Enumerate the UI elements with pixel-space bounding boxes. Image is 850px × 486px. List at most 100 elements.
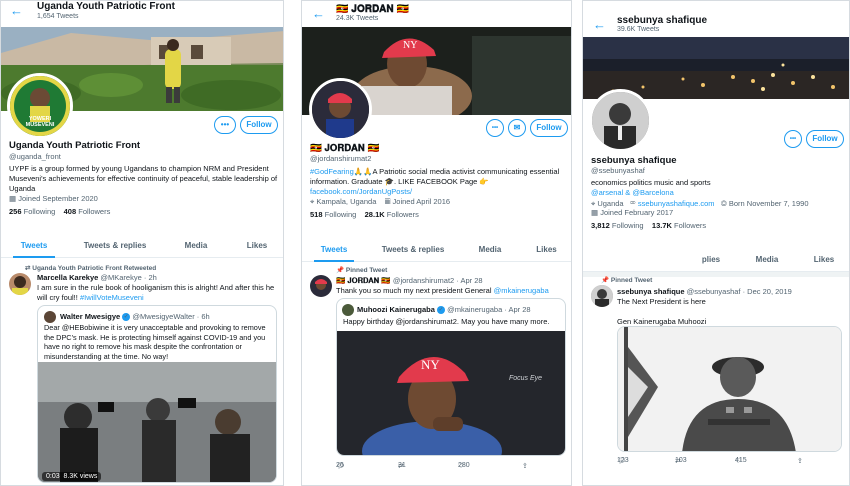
svg-text:NY: NY	[403, 40, 417, 51]
tweet-text: The Next President is here Gen Kaineruga…	[617, 297, 842, 327]
more-options-button[interactable]: •••	[486, 119, 504, 137]
bio-links[interactable]: @arsenal & @Barcelona	[591, 188, 846, 198]
verified-badge-icon: ✓	[437, 306, 446, 315]
retweet-note-text: Uganda Youth Patriotic Front Retweeted	[32, 265, 157, 272]
born-text: Born November 7, 1990	[728, 199, 809, 208]
tab-tweets-replies[interactable]: Tweets & replies	[366, 238, 460, 262]
follow-button[interactable]: Follow	[530, 119, 568, 137]
tweet-avatar-image	[591, 285, 613, 307]
followers-label[interactable]: Followers	[78, 207, 110, 216]
tab-tweets-replies[interactable]: plies	[691, 248, 731, 272]
followers-count[interactable]: 28.1K	[365, 210, 385, 219]
quoted-tweet[interactable]: Walter Mwesigye ✓ @MwesigyeWalter · 6h D…	[37, 305, 277, 483]
following-count[interactable]: 256	[9, 207, 22, 216]
following-label[interactable]: Following	[612, 221, 644, 230]
tab-media[interactable]: Media	[163, 234, 229, 258]
tab-media[interactable]: Media	[460, 238, 520, 262]
mail-icon: ✉	[513, 123, 521, 132]
tweet-hashtag[interactable]: #IwillVoteMuseveni	[80, 293, 144, 302]
video-duration: 0:03 8.3K views	[42, 472, 102, 481]
quoted-tweet[interactable]: Muhoozi Kainerugaba ✓ @mkainerugaba · Ap…	[336, 298, 566, 456]
bio-hashtag[interactable]: #GodFearing🙏🙏	[310, 167, 372, 176]
tab-tweets[interactable]: Tweets	[302, 238, 366, 262]
profile-avatar[interactable]	[589, 89, 652, 152]
profile-avatar[interactable]: YOWERI MUSEVENI	[7, 73, 73, 139]
pin-icon: 📌	[601, 277, 610, 284]
tweet-time: · 2h	[143, 273, 157, 282]
profile-tabs: Tweets Tweets & replies Media Likes	[302, 238, 571, 262]
avatar-image	[592, 92, 649, 149]
website-link[interactable]: ssebunyashafique.com	[638, 199, 715, 208]
profile-header-bar: ← 🇺🇬 𝐉𝐎𝐑𝐃𝐀𝐍 🇺🇬 24.3K Tweets	[302, 1, 571, 27]
follow-button[interactable]: Follow	[806, 130, 844, 148]
like-count: 415	[735, 457, 747, 464]
tweet-author-name[interactable]: 🇺🇬 𝐉𝐎𝐑𝐃𝐀𝐍 🇺🇬	[336, 276, 391, 285]
quote-avatar	[44, 311, 56, 323]
tweet-avatar[interactable]	[591, 285, 613, 307]
share-icon: ⇪	[522, 463, 528, 470]
tweet-photo[interactable]	[617, 326, 842, 452]
quote-author-name: Walter Mwesigye	[60, 312, 121, 321]
following-label[interactable]: Following	[24, 207, 56, 216]
quote-video[interactable]: 0:03 8.3K views	[38, 362, 276, 482]
following-count[interactable]: 3,812	[591, 221, 610, 230]
tweet-mention[interactable]: @mkainerugaba	[494, 286, 549, 295]
tab-likes[interactable]: Likes	[229, 234, 283, 258]
tab-tweets[interactable]: Tweets	[1, 234, 67, 258]
followers-count[interactable]: 13.7K	[652, 221, 672, 230]
video-views-text: 8.3K views	[63, 473, 98, 480]
followers-count[interactable]: 408	[64, 207, 77, 216]
following-count[interactable]: 518	[310, 210, 323, 219]
tab-likes[interactable]: Likes	[797, 248, 849, 272]
joined-date: ▦ Joined September 2020	[9, 194, 98, 203]
profile-header-bar: ← Uganda Youth Patriotic Front 1,654 Twe…	[1, 1, 283, 27]
follow-button[interactable]: Follow	[240, 116, 278, 134]
tweet-header: ssebunya shafique @ssebunyashaf · Dec 20…	[617, 287, 792, 296]
tweet-author-name[interactable]: ssebunya shafique	[617, 287, 685, 296]
tweet-author-handle[interactable]: @jordanshirumat2 · Apr 28	[393, 276, 483, 285]
tweet-avatar[interactable]	[9, 273, 31, 295]
following-label[interactable]: Following	[325, 210, 357, 219]
tab-likes[interactable]: Likes	[520, 238, 571, 262]
tweet-body: I am sure in the rule book of hooliganis…	[37, 283, 275, 302]
tab-media[interactable]: Media	[741, 248, 793, 272]
quote-photo[interactable]: NY Focus Eye	[337, 331, 565, 455]
message-button[interactable]: ✉	[508, 119, 526, 137]
tweet-avatar[interactable]	[310, 275, 332, 297]
more-options-button[interactable]: •••	[214, 116, 236, 134]
tweet-header: Marcella Karekye @MKarekye · 2h	[37, 273, 157, 282]
tweet-line-1: The Next President is here	[617, 297, 706, 306]
back-arrow-icon[interactable]: ←	[312, 6, 325, 21]
tweet-body: Thank you so much my next president Gene…	[336, 286, 492, 295]
retweet-icon: ⇄	[25, 265, 31, 272]
tweet-author-handle[interactable]: @MKarekye	[100, 273, 141, 282]
header-tweet-count: 39.6K Tweets	[617, 26, 660, 33]
tweet-author-handle[interactable]: @ssebunyashaf · Dec 20, 2019	[687, 287, 792, 296]
reply-count: 123	[617, 457, 629, 464]
retweet-count: 103	[675, 457, 687, 464]
video-frame-image	[38, 362, 276, 482]
reply-count: 26	[336, 462, 344, 469]
more-options-button[interactable]: •••	[784, 130, 802, 148]
follow-stats: 3,812 Following 13.7K Followers	[591, 221, 706, 230]
tab-tweets-replies[interactable]: Tweets & replies	[67, 234, 163, 258]
share-icon: ⇪	[797, 458, 803, 465]
followers-label[interactable]: Followers	[674, 221, 706, 230]
tweet-text: Thank you so much my next president Gene…	[336, 286, 566, 296]
profile-tabs: plies Media Likes	[583, 248, 849, 272]
profile-header-bar: ← ssebunya shafique 39.6K Tweets	[583, 1, 849, 37]
quote-header: Walter Mwesigye ✓ @MwesigyeWalter · 6h	[60, 312, 210, 322]
quote-author-handle: @MwesigyeWalter · 6h	[132, 312, 210, 321]
location-text: Uganda	[597, 199, 624, 208]
header-tweet-count: 24.3K Tweets	[336, 15, 379, 22]
tweet-author-name[interactable]: Marcella Karekye	[37, 273, 98, 282]
quote-text: Dear @HEBobiwine it is very unacceptable…	[44, 323, 266, 361]
profile-avatar[interactable]	[309, 78, 372, 141]
back-arrow-icon[interactable]: ←	[10, 3, 23, 18]
pin-icon: 📌	[336, 267, 345, 274]
user-handle: @uganda_front	[9, 152, 61, 161]
header-title: Uganda Youth Patriotic Front	[37, 1, 175, 12]
followers-label[interactable]: Followers	[387, 210, 419, 219]
back-arrow-icon[interactable]: ←	[593, 17, 606, 32]
bio-link[interactable]: facebook.com/JordanUgPosts/	[310, 187, 412, 196]
